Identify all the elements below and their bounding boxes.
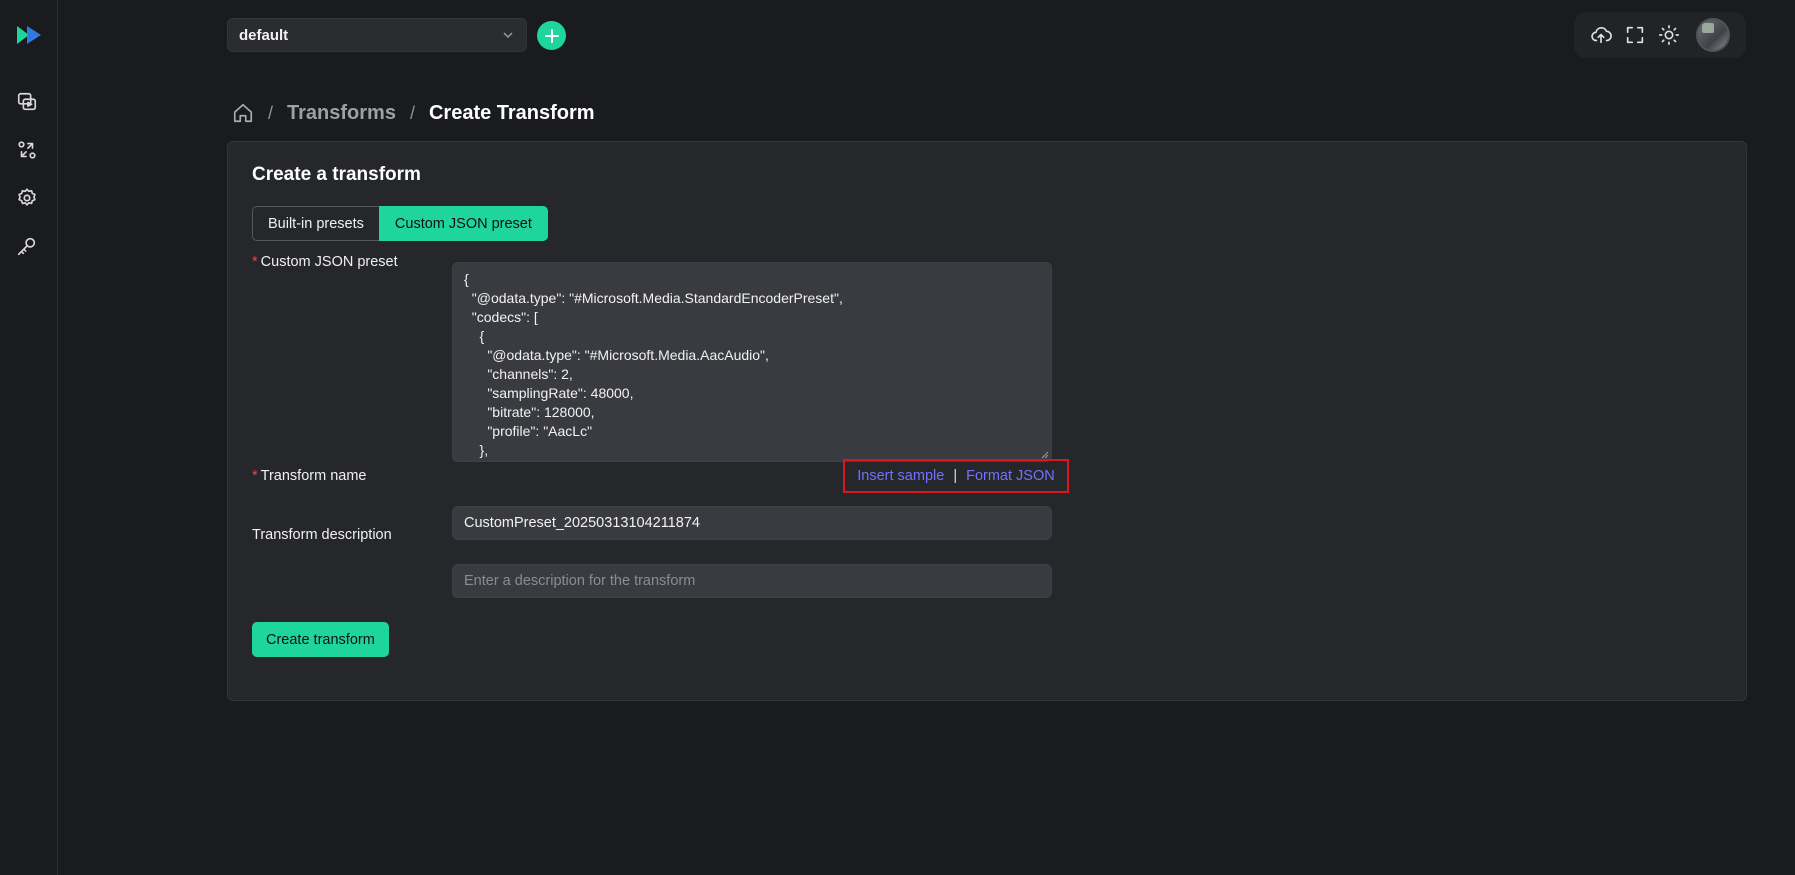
- breadcrumb: / Transforms / Create Transform: [232, 100, 595, 126]
- transform-name-label-text: Transform name: [260, 468, 367, 484]
- json-preset-label: * Custom JSON preset: [252, 254, 398, 270]
- upload-cloud-icon[interactable]: [1590, 24, 1612, 46]
- link-divider: |: [953, 468, 958, 484]
- settings-gear-icon[interactable]: [14, 185, 40, 211]
- add-environment-button[interactable]: [537, 21, 566, 50]
- json-preset-content: { "@odata.type": "#Microsoft.Media.Stand…: [464, 271, 843, 458]
- fullscreen-icon[interactable]: [1624, 24, 1646, 46]
- app-logo-icon[interactable]: [15, 24, 43, 46]
- create-transform-card: Create a transform Built-in presets Cust…: [227, 141, 1747, 701]
- json-preset-textarea[interactable]: { "@odata.type": "#Microsoft.Media.Stand…: [452, 262, 1052, 462]
- required-marker: *: [252, 254, 258, 270]
- breadcrumb-separator: /: [409, 102, 415, 123]
- create-transform-button[interactable]: Create transform: [252, 622, 389, 657]
- top-toolbar: [1574, 12, 1746, 58]
- media-library-icon[interactable]: [14, 89, 40, 115]
- json-actions: Insert sample | Format JSON: [843, 459, 1069, 493]
- transform-description-label: Transform description: [252, 527, 392, 543]
- sidebar: [0, 0, 58, 875]
- insert-sample-link[interactable]: Insert sample: [857, 468, 944, 484]
- chevron-down-icon: [503, 32, 513, 39]
- resize-grip-icon[interactable]: [1041, 451, 1049, 459]
- home-icon[interactable]: [232, 102, 254, 124]
- format-json-link[interactable]: Format JSON: [966, 468, 1055, 484]
- page-title: Create Transform: [428, 101, 595, 124]
- transform-description-input[interactable]: Enter a description for the transform: [452, 564, 1052, 598]
- tab-built-in-presets[interactable]: Built-in presets: [252, 206, 379, 241]
- user-avatar[interactable]: [1696, 18, 1730, 52]
- environment-select[interactable]: default: [227, 18, 527, 52]
- api-key-icon[interactable]: [14, 233, 40, 259]
- transform-name-input[interactable]: CustomPreset_20250313104211874: [452, 506, 1052, 540]
- preset-type-toggle: Built-in presets Custom JSON preset: [252, 206, 548, 241]
- plus-icon: [544, 28, 559, 43]
- environment-select-value: default: [239, 26, 289, 44]
- transforms-icon[interactable]: [14, 137, 40, 163]
- json-preset-label-text: Custom JSON preset: [260, 254, 398, 270]
- theme-sun-icon[interactable]: [1658, 24, 1680, 46]
- card-title: Create a transform: [252, 164, 421, 185]
- breadcrumb-separator: /: [268, 102, 274, 123]
- tab-custom-json-preset[interactable]: Custom JSON preset: [378, 206, 548, 241]
- transform-name-label: * Transform name: [252, 468, 366, 484]
- required-marker: *: [252, 468, 258, 484]
- breadcrumb-transforms-link[interactable]: Transforms: [287, 102, 396, 125]
